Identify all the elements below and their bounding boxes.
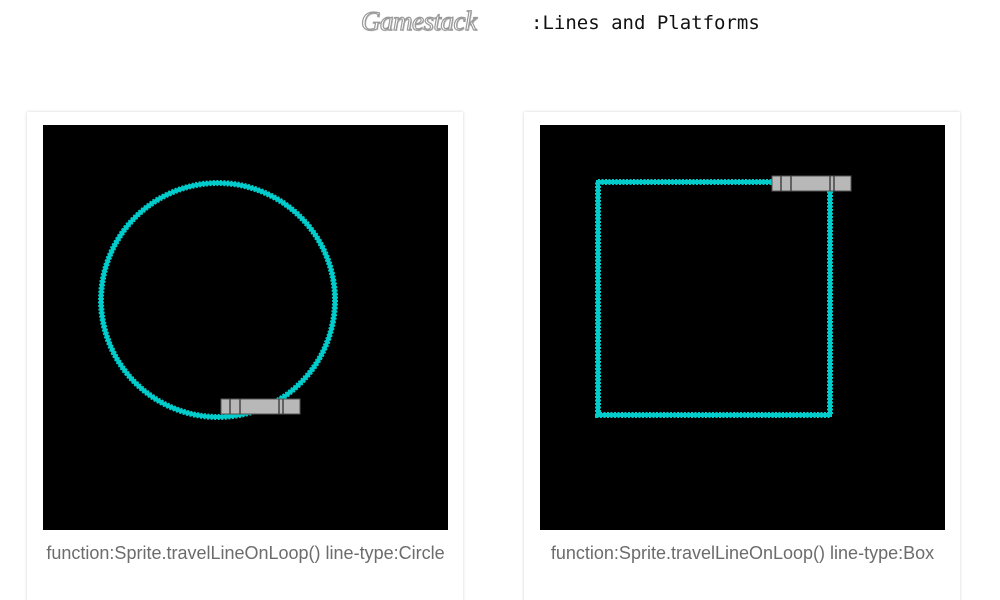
gamestack-logo: Gamestack xyxy=(360,5,477,36)
moving-platform xyxy=(220,398,301,415)
circle-scene xyxy=(98,180,338,420)
demo-caption-box: function:Sprite.travelLineOnLoop() line-… xyxy=(550,543,935,563)
demo-card-circle: function:Sprite.travelLineOnLoop() line-… xyxy=(27,112,463,600)
box-scene xyxy=(595,175,852,418)
moving-platform xyxy=(771,175,852,192)
game-canvas-circle[interactable] xyxy=(43,125,448,530)
page-subtitle: :Lines and Platforms xyxy=(531,12,760,34)
demo-caption-circle: function:Sprite.travelLineOnLoop() line-… xyxy=(46,543,445,563)
page-header: Gamestack :Lines and Platforms xyxy=(0,0,1000,50)
game-canvas-box[interactable] xyxy=(540,125,945,530)
demo-card-box: function:Sprite.travelLineOnLoop() line-… xyxy=(524,112,960,600)
box-track-line xyxy=(595,179,833,418)
